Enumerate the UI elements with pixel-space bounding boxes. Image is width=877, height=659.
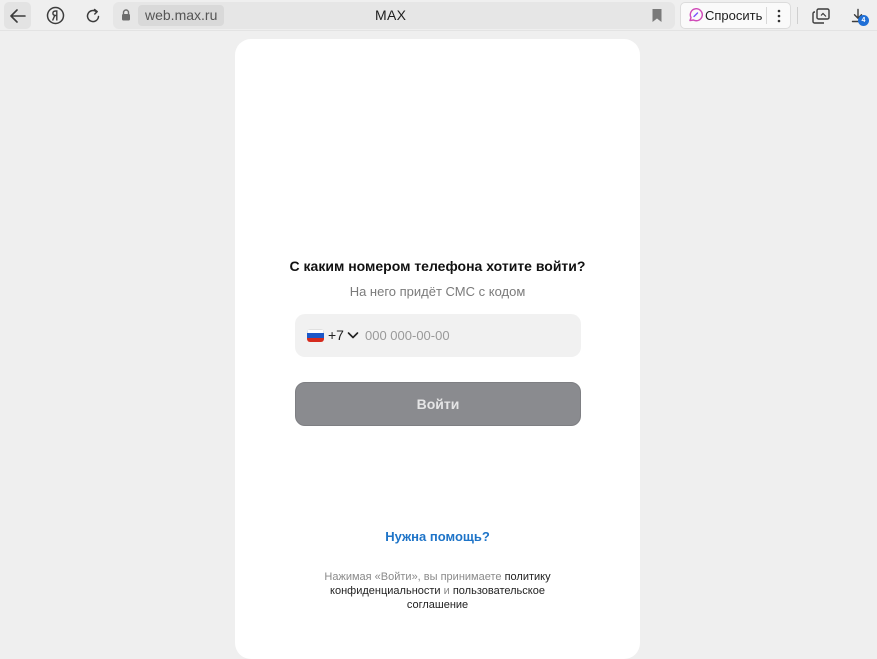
login-subheading: На него придёт СМС с кодом: [349, 284, 526, 299]
legal-notice: Нажимая «Войти», вы принимаете политику …: [315, 570, 560, 612]
url-text[interactable]: web.max.ru: [138, 5, 225, 26]
page-title: MAX: [375, 7, 407, 23]
help-link[interactable]: Нужна помощь?: [235, 529, 640, 544]
collections-button[interactable]: [807, 2, 834, 29]
login-heading: С каким номером телефона хотите войти?: [289, 258, 586, 274]
russia-flag-icon[interactable]: [307, 329, 324, 342]
back-button[interactable]: [4, 2, 31, 29]
divider: [766, 7, 767, 24]
login-button[interactable]: Войти: [295, 382, 581, 426]
phone-field: +7: [295, 314, 581, 357]
legal-conjunction: и: [440, 585, 453, 597]
yandex-logo-icon: [46, 6, 65, 25]
yandex-button[interactable]: [42, 2, 69, 29]
downloads-button[interactable]: 4: [844, 2, 871, 29]
ask-button-label: Спросить: [705, 8, 763, 23]
reload-icon: [86, 8, 99, 22]
chevron-down-icon[interactable]: [347, 330, 359, 340]
lock-icon[interactable]: [117, 5, 135, 25]
login-card: С каким номером телефона хотите войти? Н…: [235, 39, 640, 659]
browser-toolbar: web.max.ru MAX Спросить 4: [0, 0, 877, 31]
address-bar[interactable]: web.max.ru MAX: [113, 2, 675, 29]
bookmark-icon[interactable]: [651, 8, 663, 23]
ask-alice-button[interactable]: Спросить: [680, 2, 791, 29]
country-code[interactable]: +7: [328, 314, 344, 357]
more-vertical-icon[interactable]: [773, 8, 785, 24]
alice-chat-icon: [689, 8, 703, 22]
arrow-left-icon: [9, 8, 26, 23]
reload-button[interactable]: [79, 2, 106, 29]
phone-input[interactable]: [365, 314, 565, 357]
collections-icon: [811, 7, 830, 24]
downloads-count-badge: 4: [858, 15, 869, 26]
legal-prefix: Нажимая «Войти», вы принимаете: [324, 571, 505, 583]
divider: [797, 7, 798, 24]
